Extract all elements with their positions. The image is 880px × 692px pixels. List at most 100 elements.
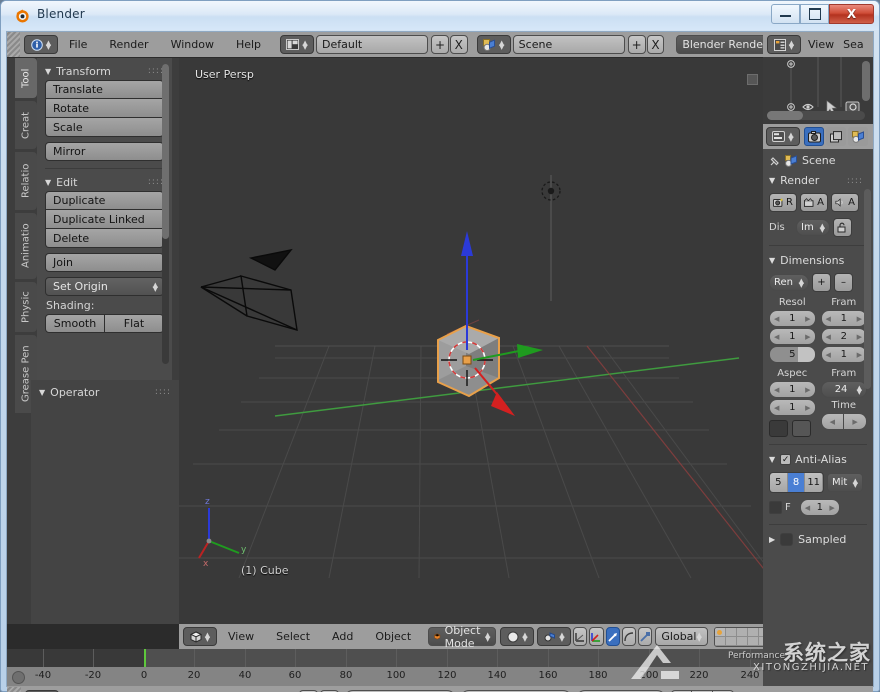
manipulator-toggle-button[interactable] — [573, 627, 587, 646]
aspect-x-field[interactable]: ◀1▶ — [769, 381, 816, 398]
full-sample-checkbox[interactable] — [769, 501, 782, 514]
header-grip[interactable] — [7, 32, 20, 57]
tool-tab-create[interactable]: Creat — [15, 101, 37, 149]
menu-render[interactable]: Render — [98, 38, 159, 51]
outliner-horizontal-scrollbar[interactable] — [767, 111, 865, 120]
timeline-header-grip[interactable] — [7, 687, 21, 692]
pin-icon[interactable] — [769, 155, 781, 167]
3d-viewport[interactable]: z y x User Persp (1) Cube — [179, 58, 763, 624]
resolution-x-field[interactable]: ◀1▶ — [769, 310, 816, 327]
add-scene-button[interactable]: + — [628, 35, 646, 54]
remove-preset-button[interactable]: – — [834, 273, 853, 292]
timeline-ruler[interactable]: -40 -20 0 20 40 60 80 100 120 140 160 18… — [7, 667, 873, 686]
sampled-motion-blur-panel-header[interactable]: ▶ Sampled — [763, 530, 873, 549]
layer-cell[interactable] — [737, 628, 748, 637]
delete-screen-layout-button[interactable]: X — [450, 35, 468, 54]
frame-step-field[interactable]: ◀1▶ — [821, 346, 868, 363]
maximize-button[interactable] — [800, 4, 829, 24]
crop-render-checkbox[interactable] — [792, 420, 811, 437]
add-preset-button[interactable]: + — [812, 273, 831, 292]
render-animation-button[interactable]: A — [800, 193, 828, 212]
layer-cell[interactable] — [715, 637, 726, 646]
add-screen-layout-button[interactable]: + — [431, 35, 449, 54]
render-preset-selector[interactable]: Ren ▲▼ — [769, 274, 809, 291]
edit-panel-header[interactable]: ▼ Edit :::: — [37, 173, 172, 191]
transform-orientation-selector[interactable]: Global ▲▼ — [655, 627, 707, 646]
frame-end-field[interactable]: ◀2▶ — [821, 328, 868, 345]
decrement-arrow-icon[interactable]: ◀ — [805, 504, 810, 512]
decrement-arrow-icon[interactable]: ◀ — [774, 404, 779, 412]
tool-tab-physics[interactable]: Physic — [15, 282, 37, 332]
join-button[interactable]: Join — [45, 253, 164, 272]
increment-arrow-icon[interactable]: ▶ — [805, 315, 810, 323]
minimize-button[interactable] — [771, 4, 800, 24]
close-button[interactable]: X — [829, 4, 874, 24]
delete-scene-button[interactable]: X — [647, 35, 665, 54]
pivot-point-selector[interactable]: ▲▼ — [537, 627, 571, 646]
rotate-manipulator-button[interactable] — [606, 627, 620, 646]
outliner-body[interactable] — [763, 57, 873, 124]
antialiasing-checkbox[interactable]: ✓ — [780, 454, 791, 465]
mirror-button[interactable]: Mirror — [45, 142, 164, 161]
layer-cell[interactable] — [726, 637, 737, 646]
screen-layout-name-field[interactable]: Default — [316, 35, 428, 54]
increment-arrow-icon[interactable]: ▶ — [805, 404, 810, 412]
scrollbar-thumb[interactable] — [767, 111, 803, 120]
properties-editor[interactable]: ▲▼ — [763, 124, 873, 686]
outliner-editor-type-selector[interactable]: ▲▼ — [767, 35, 801, 54]
viewport-zoom-handle[interactable] — [747, 74, 758, 85]
layer-cell[interactable] — [748, 637, 759, 646]
layer-cell[interactable] — [726, 628, 737, 637]
increment-arrow-icon[interactable]: ▶ — [829, 504, 834, 512]
outliner-editor[interactable]: ▲▼ View Sea — [763, 32, 873, 124]
antialiasing-panel-header[interactable]: ▼ ✓ Anti-Alias — [763, 450, 873, 469]
render-image-button[interactable]: R — [769, 193, 797, 212]
duplicate-linked-button[interactable]: Duplicate Linked — [45, 210, 164, 229]
decrement-arrow-icon[interactable]: ◀ — [774, 333, 779, 341]
render-panel-header[interactable]: ▼ Render :::: — [763, 171, 873, 190]
screen-layout-selector[interactable]: ▲▼ — [280, 35, 314, 54]
layer-cell[interactable] — [737, 637, 748, 646]
properties-body[interactable]: Scene ▼ Render :::: — [763, 149, 873, 686]
scale-manipulator-button[interactable] — [622, 627, 636, 646]
resolution-percentage-slider[interactable]: 5 — [769, 346, 816, 363]
aa-sample-5[interactable]: 5 — [770, 473, 788, 492]
increment-arrow-icon[interactable]: ▶ — [857, 315, 862, 323]
border-render-checkbox[interactable] — [769, 420, 788, 437]
frame-start-field[interactable]: ◀1▶ — [821, 310, 868, 327]
translate-manipulator-button[interactable] — [589, 627, 604, 646]
aspect-y-field[interactable]: ◀1▶ — [769, 399, 816, 416]
display-mode-selector[interactable]: Im ▲▼ — [796, 219, 830, 236]
properties-tab-render-layers[interactable] — [826, 127, 846, 146]
scale-button[interactable]: Scale — [45, 118, 164, 137]
dimensions-panel-header[interactable]: ▼ Dimensions — [763, 251, 873, 270]
menu-window[interactable]: Window — [160, 38, 225, 51]
render-audio-button[interactable]: A — [831, 193, 859, 212]
set-origin-dropdown[interactable]: Set Origin ▲▼ — [45, 277, 164, 296]
decrement-arrow-icon[interactable]: ◀ — [774, 315, 779, 323]
tool-tab-tool[interactable]: Tool — [15, 58, 37, 98]
frame-rate-selector[interactable]: 24 ▲▼ — [821, 381, 868, 398]
tool-tab-animation[interactable]: Animatio — [15, 213, 37, 279]
delete-button[interactable]: Delete — [45, 229, 164, 248]
lock-interface-button[interactable] — [833, 218, 852, 237]
manipulator-mode-button[interactable] — [638, 627, 652, 646]
increment-arrow-icon[interactable]: ▶ — [857, 333, 862, 341]
menu-help[interactable]: Help — [225, 38, 272, 51]
outliner-menu-search[interactable]: Sea — [841, 38, 866, 51]
decrement-arrow-icon[interactable]: ◀ — [826, 351, 831, 359]
viewport-menu-select[interactable]: Select — [265, 630, 321, 643]
filter-size-field[interactable]: ◀ 1 ▶ — [800, 499, 840, 516]
scrollbar-thumb[interactable] — [162, 64, 169, 239]
duplicate-button[interactable]: Duplicate — [45, 191, 164, 210]
translate-button[interactable]: Translate — [45, 80, 164, 99]
antialiasing-filter-selector[interactable]: Mit ▲▼ — [827, 473, 863, 492]
viewport-shading-selector[interactable]: ▲▼ — [500, 627, 534, 646]
timeline-track[interactable] — [7, 649, 873, 667]
tool-tab-relations[interactable]: Relatio — [15, 152, 37, 210]
menu-file[interactable]: File — [58, 38, 98, 51]
time-remap-old-field[interactable]: ◀ — [821, 413, 845, 430]
viewport-menu-add[interactable]: Add — [321, 630, 364, 643]
viewport-menu-view[interactable]: View — [217, 630, 265, 643]
transform-panel-header[interactable]: ▼ Transform :::: — [37, 62, 172, 80]
